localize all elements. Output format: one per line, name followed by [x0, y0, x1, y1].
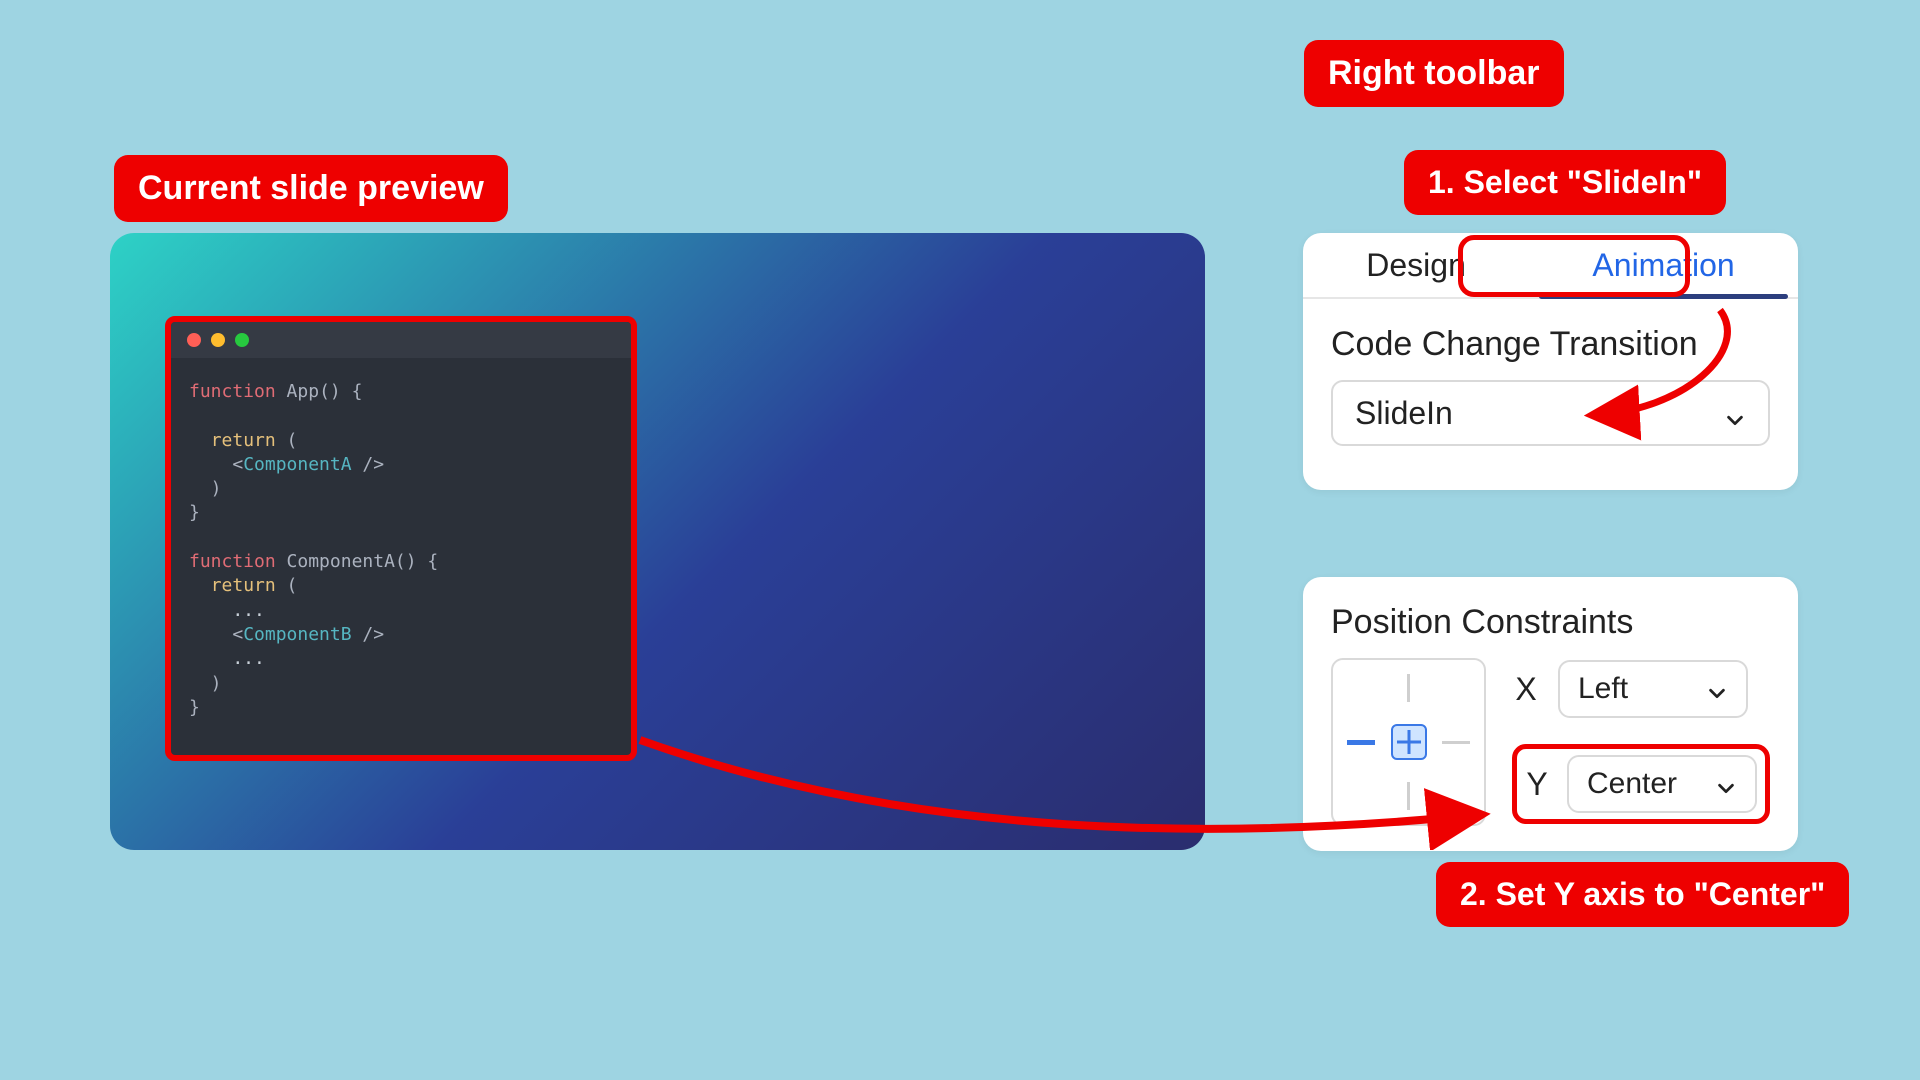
- constraint-row-x: X Left: [1512, 660, 1770, 718]
- tab-label: Animation: [1592, 247, 1734, 284]
- callout-step-1: 1. Select "SlideIn": [1404, 150, 1726, 215]
- callout-text: Current slide preview: [138, 169, 484, 207]
- callout-slide-preview: Current slide preview: [114, 155, 508, 222]
- callout-text: 1. Select "SlideIn": [1428, 164, 1702, 200]
- callout-step-2: 2. Set Y axis to "Center": [1436, 862, 1849, 927]
- close-icon[interactable]: [187, 333, 201, 347]
- select-value: SlideIn: [1355, 395, 1453, 432]
- anchor-tick: [1442, 741, 1470, 744]
- chevron-down-icon: [1724, 402, 1746, 424]
- slide-preview-canvas: function App() { return ( <ComponentA />…: [110, 233, 1205, 850]
- constraint-anchor-grid[interactable]: [1331, 658, 1486, 826]
- select-value: Left: [1578, 672, 1628, 706]
- section-title: Code Change Transition: [1303, 299, 1798, 380]
- anchor-tick: [1407, 782, 1410, 810]
- constraint-row-y: Y Center: [1512, 744, 1770, 824]
- chevron-down-icon: [1706, 678, 1728, 700]
- transition-select[interactable]: SlideIn: [1331, 380, 1770, 446]
- tab-animation[interactable]: Animation: [1529, 233, 1798, 297]
- panel-code-change-transition: Design Animation Code Change Transition …: [1303, 233, 1798, 490]
- anchor-center-icon: [1391, 724, 1427, 760]
- constraint-y-select[interactable]: Center: [1567, 755, 1757, 813]
- anchor-tick-active: [1347, 740, 1375, 745]
- section-title: Position Constraints: [1303, 577, 1798, 658]
- code-window[interactable]: function App() { return ( <ComponentA />…: [165, 316, 637, 761]
- panel-position-constraints: Position Constraints X Left Y: [1303, 577, 1798, 851]
- zoom-icon[interactable]: [235, 333, 249, 347]
- tab-label: Design: [1366, 247, 1466, 284]
- tab-design[interactable]: Design: [1303, 233, 1529, 297]
- panel-tabbar: Design Animation: [1303, 233, 1798, 299]
- callout-right-toolbar: Right toolbar: [1304, 40, 1564, 107]
- minimize-icon[interactable]: [211, 333, 225, 347]
- chevron-down-icon: [1715, 773, 1737, 795]
- callout-text: 2. Set Y axis to "Center": [1460, 876, 1825, 912]
- callout-text: Right toolbar: [1328, 54, 1540, 92]
- axis-label: Y: [1525, 766, 1549, 803]
- anchor-tick: [1407, 674, 1410, 702]
- constraint-x-select[interactable]: Left: [1558, 660, 1748, 718]
- code-titlebar: [171, 322, 631, 358]
- code-body: function App() { return ( <ComponentA />…: [171, 358, 631, 755]
- select-value: Center: [1587, 767, 1677, 801]
- axis-label: X: [1512, 671, 1540, 708]
